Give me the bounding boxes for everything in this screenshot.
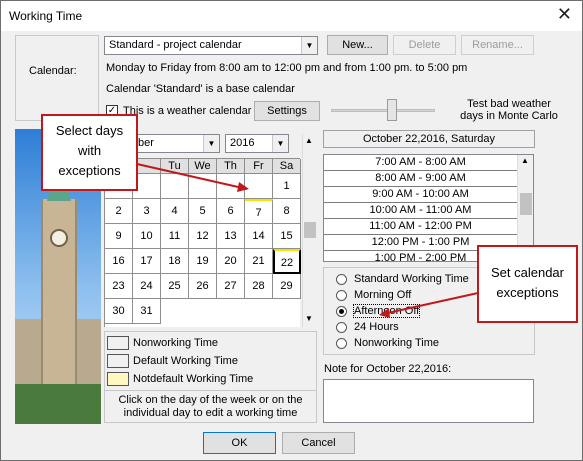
callout-set-exceptions: Set calendar exceptions [477, 245, 578, 323]
callout-set-exceptions-l1: Set calendar [491, 265, 564, 280]
select-days-arrow [136, 163, 248, 190]
callout-select-days-l3: exceptions [58, 163, 121, 178]
callout-select-days: Select days with exceptions [41, 114, 138, 191]
working-time-dialog: Working Time ✕ Calendar: Standard - proj… [0, 0, 583, 461]
set-exceptions-arrowhead [379, 308, 390, 318]
callout-select-days-l1: Select days [55, 123, 124, 138]
callout-select-days-l2: with [77, 143, 102, 158]
set-exceptions-arrow [382, 292, 479, 315]
callout-arrows [136, 163, 479, 318]
callout-set-exceptions-l2: exceptions [496, 285, 559, 300]
select-days-arrowhead [237, 182, 249, 192]
